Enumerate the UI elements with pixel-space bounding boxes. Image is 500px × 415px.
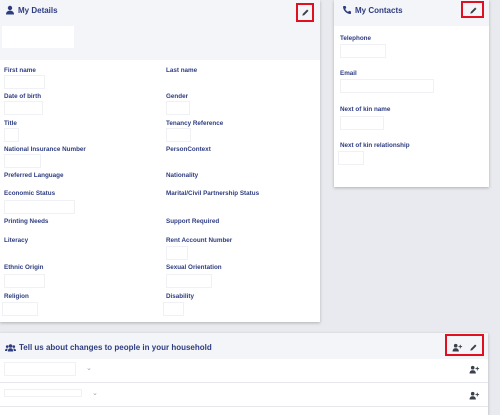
household-title: Tell us about changes to people in your … [19, 343, 212, 352]
support-required-label: Support Required [166, 218, 220, 225]
nationality-label: Nationality [166, 172, 199, 179]
first-name-label: First name [4, 67, 36, 74]
title-label: Title [4, 120, 17, 127]
household-member-2-name [4, 389, 82, 397]
pencil-icon [301, 9, 308, 16]
gender-label: Gender [166, 93, 189, 100]
household-card: Tell us about changes to people in your … [0, 333, 488, 415]
disability-label: Disability [166, 293, 194, 300]
telephone-value [340, 44, 386, 58]
chevron-down-icon[interactable]: ⌄ [92, 389, 98, 397]
pencil-icon [469, 7, 476, 14]
title-value [4, 128, 19, 142]
nok-name-value [340, 116, 384, 130]
dob-label: Date of birth [4, 93, 42, 100]
person-context-label: PersonContext [166, 146, 211, 153]
edit-household-button[interactable] [466, 340, 480, 354]
ethnic-origin-value [4, 274, 45, 288]
row-divider [0, 406, 488, 407]
nok-relationship-label: Next of kin relationship [340, 142, 410, 149]
ni-number-label: National Insurance Number [4, 146, 86, 153]
email-label: Email [340, 70, 357, 77]
row-divider [0, 382, 488, 383]
religion-label: Religion [4, 293, 29, 300]
phone-icon [342, 6, 351, 15]
add-person-icon [469, 365, 479, 374]
gender-value [166, 101, 190, 115]
economic-status-value [4, 200, 75, 214]
ni-number-value [4, 154, 41, 168]
marital-status-label: Marital/Civil Partnership Status [166, 190, 260, 197]
tenancy-ref-value [166, 128, 191, 142]
last-name-label: Last name [166, 67, 198, 74]
sexual-orientation-label: Sexual Orientation [166, 264, 222, 271]
nok-name-label: Next of kin name [340, 106, 391, 113]
pref-lang-label: Preferred Language [4, 172, 64, 179]
edit-contacts-button[interactable] [466, 3, 480, 17]
telephone-label: Telephone [340, 35, 372, 42]
economic-status-label: Economic Status [4, 190, 56, 197]
sexual-orientation-value [166, 274, 212, 288]
nok-relationship-value [338, 151, 364, 165]
email-value [340, 79, 434, 93]
add-person-icon [452, 343, 462, 352]
ethnic-origin-label: Ethnic Origin [4, 264, 44, 271]
household-member-2-add-button[interactable] [467, 388, 481, 402]
first-name-value [4, 75, 45, 89]
dob-value [4, 101, 43, 115]
literacy-label: Literacy [4, 237, 29, 244]
household-member-1-name [4, 362, 76, 376]
religion-value [2, 302, 38, 316]
tenancy-ref-label: Tenancy Reference [166, 120, 224, 127]
my-details-card: My Details First name Date of birth Titl… [0, 0, 320, 322]
disability-value [163, 302, 184, 316]
add-person-button[interactable] [450, 340, 464, 354]
users-icon [5, 344, 16, 352]
user-icon [6, 5, 14, 15]
my-contacts-title: My Contacts [355, 6, 403, 15]
edit-details-button[interactable] [298, 5, 312, 19]
my-details-title: My Details [18, 6, 58, 15]
household-member-1-add-button[interactable] [467, 362, 481, 376]
rent-account-label: Rent Account Number [166, 237, 233, 244]
pencil-icon [469, 344, 476, 351]
printing-needs-label: Printing Needs [4, 218, 49, 225]
profile-photo [2, 26, 74, 48]
my-contacts-card: My Contacts Telephone Email Next of kin … [334, 0, 489, 187]
add-person-icon [469, 391, 479, 400]
chevron-down-icon[interactable]: ⌄ [86, 364, 92, 372]
rent-account-value [166, 246, 188, 260]
